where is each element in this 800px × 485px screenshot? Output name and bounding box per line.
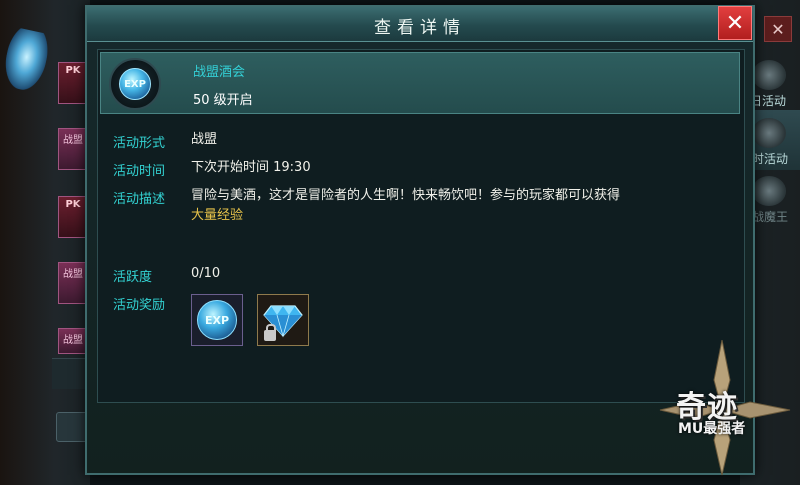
logo-subtitle: MU最强者 — [678, 421, 746, 437]
desc-text: 冒险与美酒，这才是冒险者的人生啊！快来畅饮吧！参与的玩家都可以获得 — [191, 188, 621, 203]
close-button[interactable]: ✕ — [718, 6, 752, 40]
bg-demon-icon — [752, 176, 786, 206]
form-value: 战盟 — [191, 132, 218, 147]
bg-tab-pk-2: PK — [58, 196, 88, 238]
dialog-body: EXP 战盟酒会 50 级开启 活动形式 战盟 活动时间 下次开始时间 19:3… — [97, 49, 745, 403]
bg-left-row — [52, 358, 88, 389]
exp-orb-icon: EXP — [119, 68, 151, 100]
dialog-header: 查看详情 — [87, 7, 753, 42]
activity-points-label: 活跃度 — [113, 270, 153, 285]
bg-tab-label: 战盟 — [63, 269, 83, 280]
bg-tab-guild-1: 战盟 — [58, 128, 88, 170]
bg-right-item-demon: 战魔王 — [752, 210, 789, 224]
calendar-icon — [56, 412, 88, 442]
activity-level: 50 级开启 — [193, 93, 253, 108]
time-label: 活动时间 — [113, 164, 166, 179]
bg-tab-label: PK — [65, 199, 81, 210]
bg-close-icon: ✕ — [764, 16, 792, 42]
diamond-reward[interactable] — [257, 294, 309, 346]
exp-orb-icon: EXP — [197, 300, 237, 340]
game-logo: 奇迹 MU最强者 — [650, 340, 800, 480]
time-value: 下次开始时间 19:30 — [191, 160, 311, 175]
desc-value: 冒险与美酒，这才是冒险者的人生啊！快来畅饮吧！参与的玩家都可以获得大量经验 — [191, 186, 631, 226]
exp-reward[interactable]: EXP — [191, 294, 243, 346]
activity-points-value: 0/10 — [191, 266, 221, 281]
activity-name: 战盟酒会 — [193, 65, 246, 80]
desc-label: 活动描述 — [113, 192, 166, 207]
bg-daily-icon — [752, 60, 786, 90]
lock-icon — [264, 324, 276, 341]
bg-right-item-timed: 时活动 — [752, 152, 789, 166]
bg-tab-label: 战盟 — [63, 335, 83, 346]
desc-highlight: 大量经验 — [191, 208, 244, 223]
activity-icon: EXP — [109, 58, 161, 110]
bg-tab-guild-3: 战盟 — [58, 328, 88, 354]
bg-tab-pk-1: PK — [58, 62, 88, 104]
form-label: 活动形式 — [113, 136, 166, 151]
reward-label: 活动奖励 — [113, 298, 166, 313]
dialog-title: 查看详情 — [374, 18, 466, 38]
bg-right-item-daily: 日活动 — [750, 94, 787, 108]
bg-tab-label: PK — [65, 65, 81, 76]
activity-header: EXP 战盟酒会 50 级开启 — [100, 52, 740, 114]
bg-tab-guild-2: 战盟 — [58, 262, 88, 304]
bg-close-glyph: ✕ — [771, 19, 785, 39]
bg-tab-label: 战盟 — [63, 135, 83, 146]
bg-timed-icon — [752, 118, 786, 148]
